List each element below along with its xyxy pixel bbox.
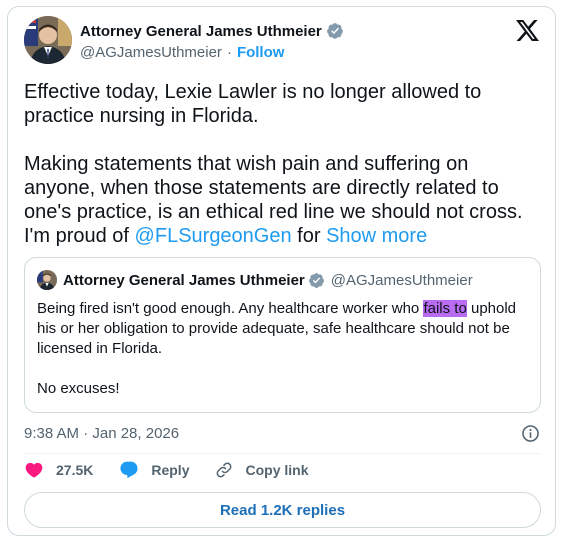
quote-avatar	[37, 270, 57, 290]
quote-text: Being fired isn't good enough. Any healt…	[37, 299, 527, 399]
action-bar: 27.5K Reply Copy link	[24, 458, 335, 482]
tweet-text: Effective today, Lexie Lawler is no long…	[24, 80, 544, 248]
author-handle[interactable]: @AGJamesUthmeier	[80, 44, 222, 61]
tweet-paragraph-2-tail: for	[291, 225, 327, 247]
reply-icon	[120, 461, 138, 479]
x-logo-icon[interactable]	[516, 20, 539, 41]
copy-link-label: Copy link	[245, 462, 309, 478]
tweet-paragraph-2: Making statements that wish pain and suf…	[24, 152, 544, 248]
tweet-card: Attorney General James Uthmeier @AGJames…	[7, 6, 556, 536]
quote-highlight: fails to	[423, 300, 467, 317]
like-button[interactable]: 27.5K	[24, 460, 93, 480]
author-name[interactable]: Attorney General James Uthmeier	[80, 23, 322, 40]
avatar[interactable]	[24, 16, 72, 64]
quote-text-before: Being fired isn't good enough. Any healt…	[37, 300, 424, 317]
quote-paragraph-2: No excuses!	[37, 380, 120, 397]
timestamp[interactable]: 9:38 AM · Jan 28, 2026	[24, 425, 179, 442]
verified-badge-icon	[308, 272, 325, 289]
quote-paragraph-1: Being fired isn't good enough. Any healt…	[37, 299, 527, 359]
quote-author-handle: @AGJamesUthmeier	[330, 271, 473, 289]
quoted-tweet[interactable]: Attorney General James Uthmeier @AGJames…	[24, 257, 541, 413]
read-replies-button[interactable]: Read 1.2K replies	[24, 492, 541, 528]
tweet-paragraph-1: Effective today, Lexie Lawler is no long…	[24, 81, 482, 127]
separator-dot: ·	[226, 44, 232, 61]
like-count: 27.5K	[56, 462, 94, 478]
divider	[24, 453, 541, 454]
verified-badge-icon	[326, 22, 344, 40]
mention-link[interactable]: @FLSurgeonGen	[135, 225, 292, 247]
reply-label: Reply	[151, 462, 190, 478]
author-info: Attorney General James Uthmeier @AGJames…	[80, 21, 344, 61]
quote-author-name: Attorney General James Uthmeier	[63, 271, 305, 289]
info-icon[interactable]	[521, 424, 540, 443]
heart-icon	[25, 462, 43, 478]
link-icon	[217, 462, 232, 478]
reply-button[interactable]: Reply	[119, 460, 189, 480]
copy-link-button[interactable]: Copy link	[215, 461, 309, 479]
follow-button[interactable]: Follow	[237, 44, 285, 61]
show-more-link[interactable]: Show more	[326, 225, 427, 247]
